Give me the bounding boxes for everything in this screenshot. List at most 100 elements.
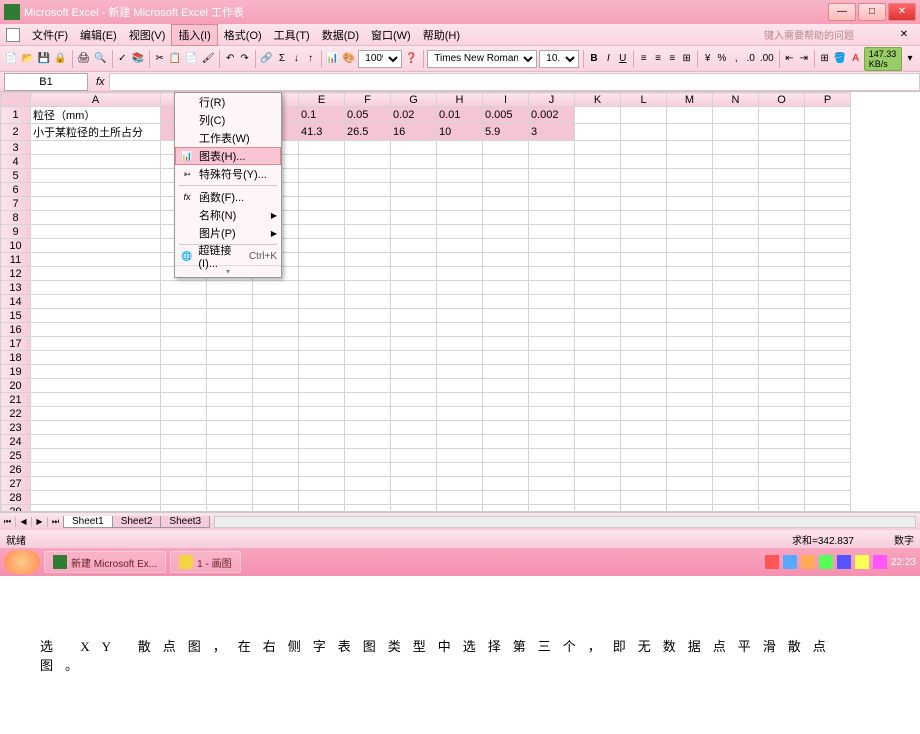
cell[interactable] <box>667 491 713 505</box>
cell[interactable] <box>161 351 207 365</box>
font-color-icon[interactable]: A <box>849 49 861 69</box>
cell[interactable] <box>299 253 345 267</box>
cell[interactable] <box>713 107 759 124</box>
autosum-icon[interactable]: Σ <box>276 49 288 69</box>
cell[interactable] <box>253 449 299 463</box>
cell[interactable] <box>759 351 805 365</box>
chart-icon[interactable]: 📊 <box>325 49 339 69</box>
cell[interactable] <box>805 463 851 477</box>
cell[interactable] <box>299 211 345 225</box>
cell[interactable] <box>667 253 713 267</box>
row-header[interactable]: 19 <box>1 365 31 379</box>
cell[interactable] <box>437 141 483 155</box>
cell[interactable] <box>161 477 207 491</box>
cell[interactable] <box>299 463 345 477</box>
cell[interactable] <box>31 407 161 421</box>
cell[interactable] <box>437 421 483 435</box>
cell[interactable] <box>253 365 299 379</box>
cell[interactable] <box>529 239 575 253</box>
cell[interactable] <box>483 463 529 477</box>
cell[interactable] <box>667 169 713 183</box>
cell[interactable] <box>575 365 621 379</box>
toolbar-extra-icon[interactable]: ▾ <box>904 49 916 69</box>
row-header[interactable]: 17 <box>1 337 31 351</box>
cell[interactable] <box>391 477 437 491</box>
row-header[interactable]: 14 <box>1 295 31 309</box>
cell[interactable] <box>575 323 621 337</box>
cell[interactable] <box>391 505 437 513</box>
cell[interactable] <box>299 323 345 337</box>
cell[interactable] <box>345 169 391 183</box>
menu-item-hyperlink[interactable]: 🌐超链接(I)...Ctrl+K <box>175 247 281 265</box>
cell[interactable] <box>575 505 621 513</box>
menu-window[interactable]: 窗口(W) <box>365 25 417 45</box>
cell[interactable] <box>529 477 575 491</box>
cell[interactable] <box>529 351 575 365</box>
cell[interactable] <box>161 379 207 393</box>
cell[interactable] <box>207 365 253 379</box>
close-button[interactable]: ✕ <box>888 3 916 21</box>
cell[interactable] <box>31 141 161 155</box>
cell[interactable] <box>713 421 759 435</box>
row-header[interactable]: 13 <box>1 281 31 295</box>
cell[interactable] <box>345 463 391 477</box>
col-header-J[interactable]: J <box>529 93 575 107</box>
cell[interactable] <box>161 449 207 463</box>
cell[interactable] <box>713 407 759 421</box>
cut-icon[interactable]: ✂ <box>154 49 166 69</box>
cell[interactable] <box>621 393 667 407</box>
col-header-O[interactable]: O <box>759 93 805 107</box>
cell[interactable] <box>713 211 759 225</box>
cell[interactable] <box>437 155 483 169</box>
row-header[interactable]: 4 <box>1 155 31 169</box>
cell[interactable] <box>31 477 161 491</box>
cell[interactable] <box>253 379 299 393</box>
cell[interactable] <box>391 183 437 197</box>
cell[interactable] <box>621 477 667 491</box>
cell[interactable] <box>805 337 851 351</box>
cell[interactable] <box>713 435 759 449</box>
cell[interactable] <box>713 505 759 513</box>
cell[interactable] <box>437 505 483 513</box>
cell[interactable] <box>31 183 161 197</box>
cell[interactable] <box>759 309 805 323</box>
cell[interactable] <box>575 107 621 124</box>
cell[interactable] <box>667 421 713 435</box>
cell[interactable] <box>391 351 437 365</box>
underline-icon[interactable]: U <box>617 49 629 69</box>
cell[interactable] <box>31 435 161 449</box>
cell[interactable] <box>345 351 391 365</box>
cell[interactable] <box>391 421 437 435</box>
cell[interactable] <box>437 463 483 477</box>
cell[interactable] <box>805 449 851 463</box>
cell[interactable] <box>437 169 483 183</box>
cell[interactable] <box>713 393 759 407</box>
cell[interactable]: 0.01 <box>437 107 483 124</box>
cell[interactable] <box>299 505 345 513</box>
preview-icon[interactable]: 🔍 <box>93 49 107 69</box>
currency-icon[interactable]: ¥ <box>701 49 713 69</box>
cell[interactable] <box>713 449 759 463</box>
cell[interactable] <box>667 197 713 211</box>
cell[interactable] <box>805 267 851 281</box>
cell[interactable] <box>805 183 851 197</box>
tray-icon-2[interactable] <box>783 555 797 569</box>
cell[interactable] <box>161 323 207 337</box>
cell[interactable] <box>667 183 713 197</box>
cell[interactable]: 41.3 <box>299 124 345 141</box>
menu-item-symbol[interactable]: ➳特殊符号(Y)... <box>175 165 281 183</box>
cell[interactable] <box>667 365 713 379</box>
cell[interactable] <box>621 295 667 309</box>
cell[interactable] <box>805 124 851 141</box>
cell[interactable] <box>483 197 529 211</box>
clock[interactable]: 22:23 <box>891 557 916 568</box>
cell[interactable] <box>529 141 575 155</box>
cell[interactable] <box>207 351 253 365</box>
cell[interactable] <box>437 197 483 211</box>
cell[interactable] <box>483 505 529 513</box>
cell[interactable] <box>667 407 713 421</box>
cell[interactable] <box>483 211 529 225</box>
cell[interactable] <box>161 337 207 351</box>
drawing-icon[interactable]: 🎨 <box>342 49 356 69</box>
cell[interactable] <box>759 155 805 169</box>
